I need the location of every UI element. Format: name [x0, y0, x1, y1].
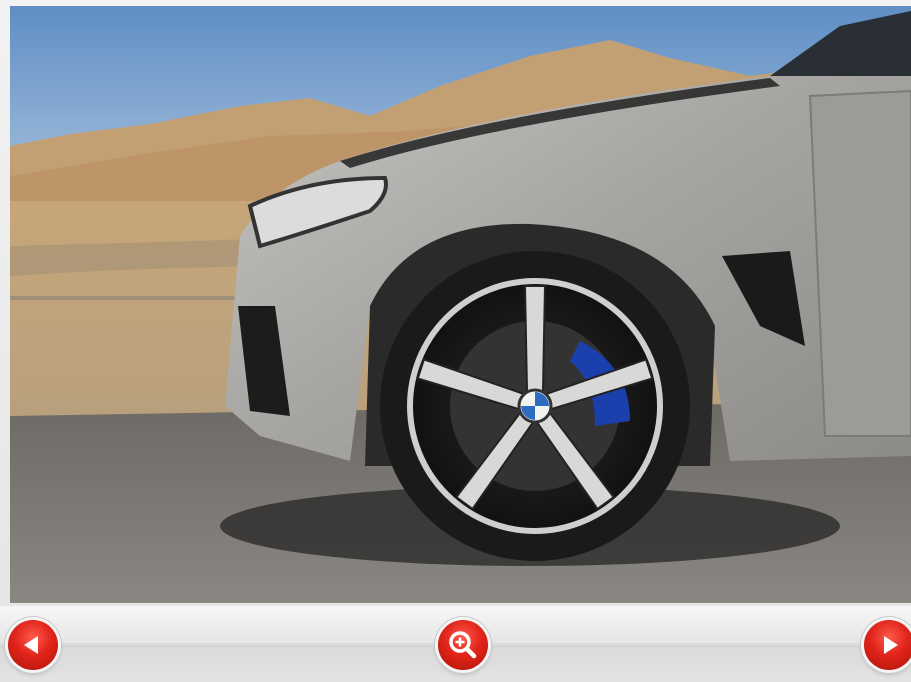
triangle-right-icon — [884, 636, 898, 654]
next-button[interactable] — [864, 620, 911, 670]
zoom-in-button[interactable] — [438, 620, 488, 670]
viewer-toolbar — [0, 606, 911, 682]
previous-button[interactable] — [8, 620, 58, 670]
image-viewer — [0, 0, 911, 682]
triangle-left-icon — [24, 636, 38, 654]
car-photo[interactable] — [10, 6, 911, 603]
zoom-in-magnifier-icon — [449, 631, 477, 659]
